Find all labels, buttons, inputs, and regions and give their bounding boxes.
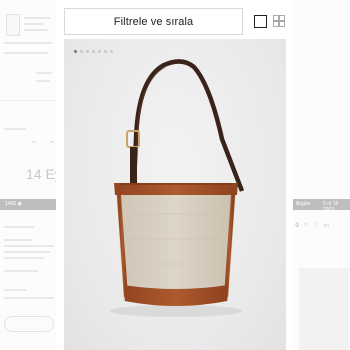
left-panel-line [4,257,44,259]
left-panel-line [4,52,48,54]
left-panel-bar: 1406 ◉ [0,199,56,210]
left-panel-line [36,72,52,74]
left-panel-line [4,297,54,299]
left-panel-line [4,251,50,253]
left-panel-line [4,289,26,291]
left-panel-thumbnail [6,14,20,36]
heart-icon: ♡ [313,223,319,229]
left-panel-day-text: 14 Ey [26,166,56,182]
left-panel-line [24,29,48,31]
left-side-panel: 14 Ey 1406 ◉ [0,0,56,350]
right-panel-product-preview [299,268,349,350]
left-panel-line [50,141,54,143]
right-panel-bar-left: Bugün [296,201,311,207]
left-panel-line [4,42,52,44]
left-panel-line [4,270,38,272]
search-icon: ⚲ [295,223,300,229]
right-panel-bar-right: 5 of 16 2023 [323,201,339,213]
product-image[interactable] [64,39,286,350]
single-view-icon[interactable] [254,15,267,28]
right-panel-bar: Bugün 5 of 16 2023 [293,199,350,213]
left-panel-line [24,23,44,25]
user-icon: ○ [304,222,309,228]
left-panel-line [4,239,32,241]
filter-sort-label: Filtrele ve sırala [113,15,194,28]
left-panel-line [36,80,50,82]
left-panel-line [4,245,54,247]
left-panel-bar-text: 1406 ◉ [5,201,22,207]
bag-icon: ▭ [323,223,330,229]
left-panel-line [4,128,26,130]
left-panel-pill [4,316,54,332]
bucket-bag-illustration [110,59,245,317]
left-panel-line [32,141,36,143]
grid-view-icon[interactable] [273,15,286,28]
left-panel-line [24,17,50,19]
right-panel-icons: ⚲ ○ ♡ ▭ [295,222,329,229]
left-panel-divider [0,100,56,101]
right-side-panel: Bugün 5 of 16 2023 ⚲ ○ ♡ ▭ [293,0,350,350]
filter-sort-button[interactable]: Filtrele ve sırala [64,8,243,35]
left-panel-line [4,226,34,228]
